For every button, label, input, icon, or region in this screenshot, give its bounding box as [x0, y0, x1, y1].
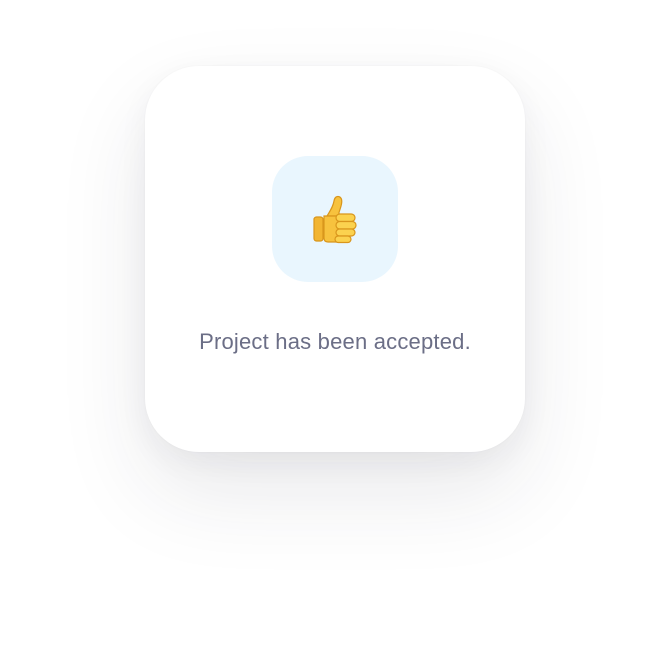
confirmation-card: Project has been accepted. — [145, 66, 525, 452]
confirmation-message: Project has been accepted. — [199, 329, 471, 354]
thumbs-up-icon — [313, 195, 357, 244]
icon-tile — [272, 156, 398, 282]
